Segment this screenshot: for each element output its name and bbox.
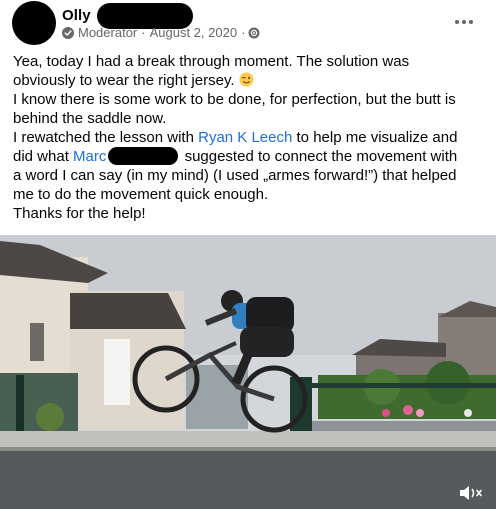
post-date[interactable]: August 2, 2020 [150,25,237,40]
video-frame [0,235,496,509]
post-line: Thanks for the help! [13,205,146,222]
post-line: did what Marc suggested to connect the m… [13,147,458,165]
globe-icon [248,27,260,38]
video-player[interactable] [0,235,496,509]
avatar[interactable] [12,1,56,45]
more-options-button[interactable] [450,14,478,30]
author-row: Olly [62,3,193,29]
meta-separator-2: · [241,25,246,40]
post-line: I rewatched the lesson with Ryan K Leech… [13,129,458,146]
post-line: me to do the movement quick enough. [13,186,269,203]
moderator-badge-icon [62,26,74,39]
mention-marc[interactable]: Marc [73,148,106,165]
mention-redaction [108,147,179,165]
winking-face-emoji [239,72,254,87]
post-line: I know there is some work to be done, fo… [13,91,456,108]
author-name[interactable]: Olly [62,7,91,24]
meta-separator: · [141,25,146,40]
volume-muted-icon[interactable] [458,483,484,503]
post-line: Yea, today I had a break through moment.… [13,53,410,70]
author-role: Moderator [78,25,138,40]
post-line: behind the saddle now. [13,110,167,127]
post-line: obviously to wear the right jersey. [13,71,483,90]
post-text: Yea, today I had a break through moment.… [13,52,483,223]
post-meta: Moderator · August 2, 2020 · [62,25,260,40]
post-header: Olly Moderator · August 2, 2020 · [0,0,496,48]
post-line: a word I can say (in my mind) (I used „a… [13,167,457,184]
mention-ryan-k-leech[interactable]: Ryan K Leech [198,129,292,146]
